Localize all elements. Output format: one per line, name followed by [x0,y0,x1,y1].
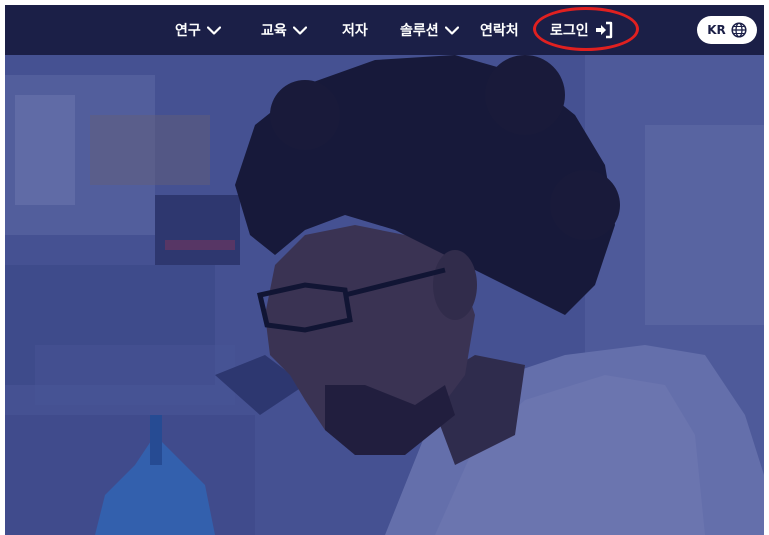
nav-item-solutions[interactable]: 솔루션 [400,5,459,55]
globe-icon [731,22,747,38]
nav-item-label: 교육 [261,23,287,39]
chevron-down-icon [292,25,307,35]
language-selector[interactable]: KR [697,16,757,44]
top-navbar: 연구 교육 저자 솔루션 연락처 로그인 KR [5,5,764,55]
nav-item-label: 연구 [175,23,201,39]
sign-in-icon [595,21,612,39]
nav-item-label: 연락처 [480,23,519,39]
chevron-down-icon [206,25,221,35]
language-code: KR [707,23,726,37]
hero-banner [5,55,764,535]
nav-item-label: 저자 [342,23,368,39]
nav-item-education[interactable]: 교육 [261,5,307,55]
nav-item-contact[interactable]: 연락처 [480,5,519,55]
login-label: 로그인 [550,23,589,39]
nav-item-authors[interactable]: 저자 [342,5,368,55]
nav-item-label: 솔루션 [400,23,439,39]
chevron-down-icon [444,25,459,35]
page-frame: 연구 교육 저자 솔루션 연락처 로그인 KR [5,5,764,535]
login-link[interactable]: 로그인 [550,5,613,55]
hero-tint-overlay [5,55,764,535]
nav-item-research[interactable]: 연구 [175,5,221,55]
